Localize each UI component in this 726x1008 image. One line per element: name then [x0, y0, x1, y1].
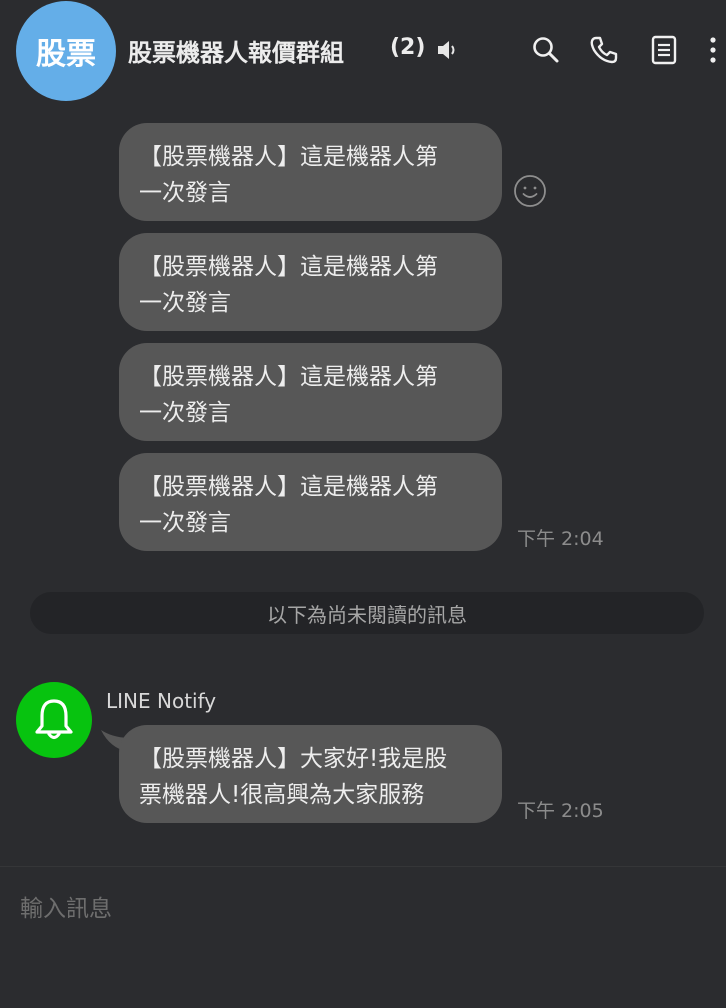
more-icon[interactable] [700, 32, 726, 68]
message-text-line: 【股票機器人】大家好!我是股 [139, 746, 448, 772]
bell-icon [35, 699, 73, 740]
notify-avatar[interactable] [16, 682, 92, 758]
message-text-line: 【股票機器人】這是機器人第 [139, 144, 438, 170]
member-count: (2) [390, 35, 426, 60]
message-text-line: 【股票機器人】這是機器人第 [139, 474, 438, 500]
message-text-line: 一次發言 [139, 510, 231, 536]
notify-message-bubble[interactable]: 【股票機器人】大家好!我是股 票機器人!很高興為大家服務 [119, 725, 502, 823]
message-bubble[interactable]: 【股票機器人】這是機器人第 一次發言 [119, 123, 502, 221]
unread-divider-label: 以下為尚未閱讀的訊息 [267, 602, 467, 627]
message-text-line: 【股票機器人】這是機器人第 [139, 254, 438, 280]
message-bubble[interactable]: 【股票機器人】這是機器人第 一次發言 [119, 453, 502, 551]
notes-icon[interactable] [646, 32, 682, 68]
message-input[interactable] [20, 887, 700, 931]
group-avatar[interactable]: 股票 [16, 1, 116, 101]
message-text-line: 【股票機器人】這是機器人第 [139, 364, 438, 390]
message-bubble[interactable]: 【股票機器人】這是機器人第 一次發言 [119, 343, 502, 441]
message-text-line: 一次發言 [139, 400, 231, 426]
message-text-line: 一次發言 [139, 180, 231, 206]
chat-header: 股票 股票機器人報價群組 (2) [0, 0, 726, 101]
speaker-icon[interactable] [430, 32, 466, 68]
sender-name: LINE Notify [106, 689, 217, 713]
chat-window: 股票 股票機器人報價群組 (2) 【股票機器人】這是機器人第 一次發言 【股票機… [0, 0, 726, 1008]
phone-icon[interactable] [586, 32, 622, 68]
message-bubble[interactable]: 【股票機器人】這是機器人第 一次發言 [119, 233, 502, 331]
message-text-line: 票機器人!很高興為大家服務 [139, 782, 425, 808]
message-text-line: 一次發言 [139, 290, 231, 316]
emoji-reaction-icon[interactable] [512, 173, 548, 209]
chat-title: 股票機器人報價群組 [128, 39, 344, 67]
message-time: 下午 2:04 [517, 528, 604, 550]
search-icon[interactable] [528, 32, 564, 68]
message-time: 下午 2:05 [517, 800, 604, 822]
composer [0, 867, 726, 1008]
unread-divider: 以下為尚未閱讀的訊息 [30, 592, 704, 634]
